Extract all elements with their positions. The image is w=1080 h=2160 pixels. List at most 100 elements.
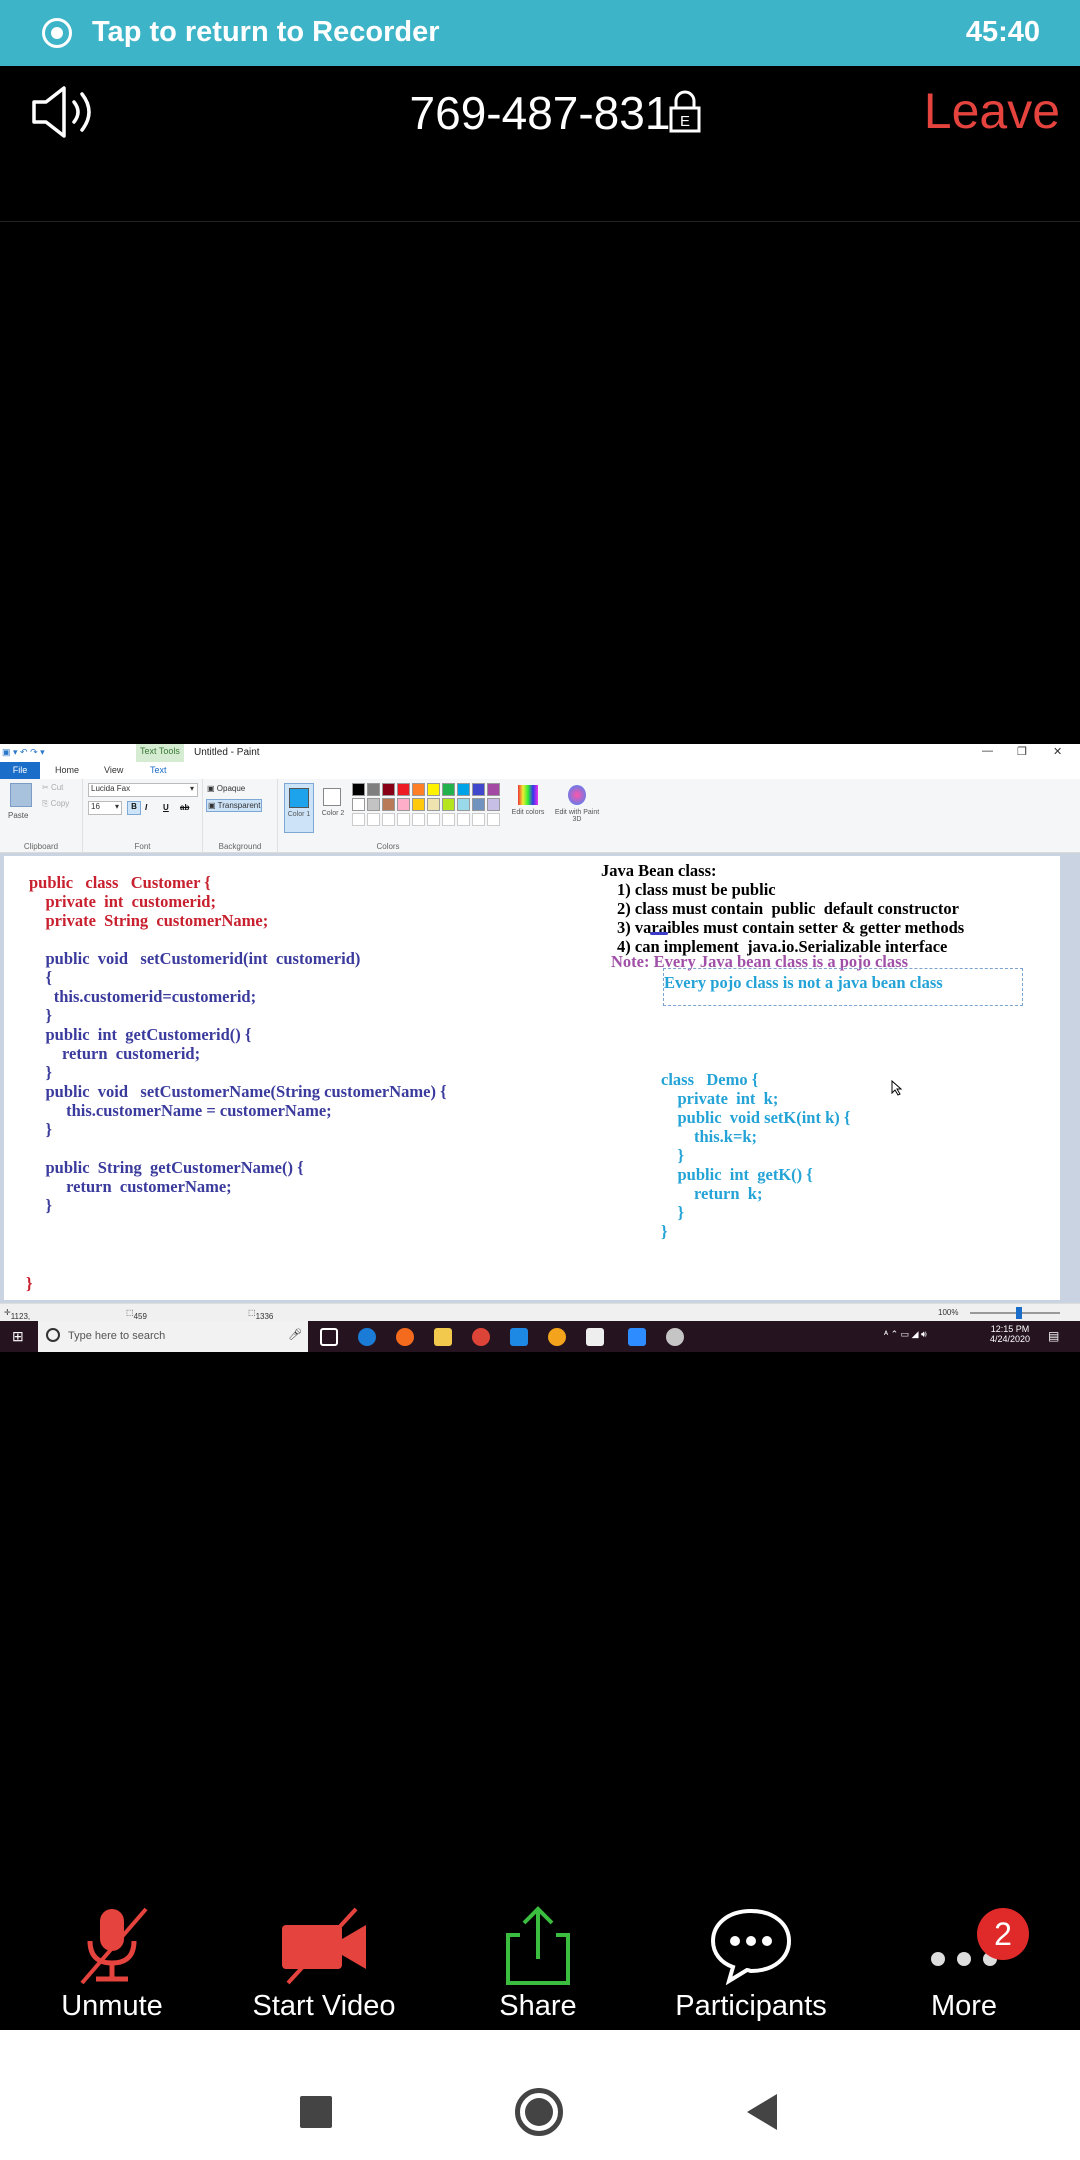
recents-icon[interactable] [300,2096,332,2128]
home-icon[interactable] [515,2088,563,2136]
meeting-id[interactable]: 769-487-831 [0,86,1080,140]
color2-selector[interactable]: Color 2 [318,783,348,833]
leave-button[interactable]: Leave [924,82,1060,140]
code-line: public String getCustomerName() { [29,1158,304,1177]
bean-rule: 1) class must be public [617,880,776,899]
share-label: Share [499,1990,577,2022]
unmute-button[interactable]: Unmute [4,1895,220,2030]
opaque-button[interactable]: ▣ Opaque [207,784,245,793]
text-tools-label: Text Tools [136,744,184,762]
taskbar-clock[interactable]: 12:15 PM 4/24/2020 [990,1324,1030,1344]
code-line: this.customerName = customerName; [29,1101,332,1120]
color1-selector[interactable]: Color 1 [284,783,314,833]
background-group: ▣ Opaque ▣ Transparent Background [203,779,278,853]
chat-bubble-icon [710,1908,792,1985]
code-line: public void setK(int k) { [661,1108,851,1127]
colors-group: Color 1 Color 2 Edit colors Edit with Pa… [278,779,608,853]
return-to-recorder-bar[interactable]: Tap to return to Recorder 45:40 [0,0,1080,66]
cut-button[interactable]: ✂ Cut [42,783,63,792]
recording-time: 45:40 [965,16,1040,48]
shared-screen: ▣ ▾ ↶ ↷ ▾ Text Tools Untitled - Paint — … [0,744,1080,1352]
minimize-icon[interactable]: — [982,745,993,757]
share-button[interactable]: Share [430,1895,646,2030]
mail-icon[interactable] [510,1328,528,1346]
more-label: More [930,1990,998,2022]
paint-title-bar: ▣ ▾ ↶ ↷ ▾ Text Tools Untitled - Paint — … [0,744,1080,762]
tab-file[interactable]: File [0,762,40,779]
start-video-button[interactable]: Start Video [216,1895,432,2030]
zoom-app-icon[interactable] [628,1328,646,1346]
chrome-icon[interactable] [472,1328,490,1346]
store-icon[interactable] [586,1328,604,1346]
note-line2: Every pojo class is not a java bean clas… [664,973,943,992]
drawing-canvas[interactable]: public class Customer { private int cust… [4,856,1060,1300]
android-navigation-bar [0,2030,1080,2160]
close-icon[interactable]: ✕ [1053,745,1062,758]
media-icon[interactable] [548,1328,566,1346]
taskbar-search-box[interactable]: Type here to search 🎤︎ [38,1321,308,1352]
closing-brace: } [26,1274,33,1293]
window-title: Untitled - Paint [194,747,260,758]
tab-text[interactable]: Text [150,765,167,775]
code-line: } [29,1196,53,1215]
code-line: return customerName; [29,1177,232,1196]
lock-icon: E [669,90,701,133]
underline-button[interactable]: U [163,803,169,812]
paint-app-icon[interactable] [666,1328,684,1346]
meeting-toolbar: Unmute Start Video Share Participants Mo… [0,1895,1080,2030]
background-group-label: Background [218,842,262,851]
transparent-button[interactable]: ▣ Transparent [206,799,263,812]
more-button[interactable]: More [856,1895,1072,2030]
code-line: } [29,1006,53,1025]
colors-group-label: Colors [376,842,400,851]
file-explorer-icon[interactable] [434,1328,452,1346]
strikethrough-button[interactable]: ab [180,803,189,812]
edge-icon[interactable] [358,1328,376,1346]
zoom-slider-thumb[interactable] [1016,1307,1022,1319]
code-line: return customerid; [29,1044,201,1063]
participants-button[interactable]: Participants [643,1895,859,2030]
font-size-select[interactable]: 16 ▾ [88,801,122,815]
mouse-cursor-icon [891,1080,903,1096]
tab-home[interactable]: Home [55,765,79,775]
firefox-icon[interactable] [396,1328,414,1346]
tab-view[interactable]: View [104,765,123,775]
bean-rule: 3) varaibles must contain setter & gette… [617,918,965,937]
quick-access-icons[interactable]: ▣ ▾ ↶ ↷ ▾ [2,747,45,758]
bold-button[interactable]: B [127,801,141,815]
code-line: private String customerName; [29,911,269,930]
participants-label: Participants [675,1990,827,2022]
tray-icons[interactable]: ᴬ ⌃ ▭ ◢ 🔊︎ [884,1329,927,1340]
code-line: private int k; [661,1089,779,1108]
cursor-position: ✛ 1123, 390px [4,1308,33,1330]
restore-icon[interactable]: ❐ [1017,745,1027,758]
bean-rules: 1) class must be public 2) class must con… [617,880,964,956]
ribbon-tabs: File Home View Text [0,762,1080,779]
paste-label[interactable]: Paste [8,811,28,820]
zoom-level: 100% [938,1308,959,1317]
font-family-select[interactable]: Lucida Fax ▾ [88,783,198,797]
clipboard-group-label: Clipboard [23,842,59,851]
unmute-label: Unmute [61,1990,163,2022]
font-group-label: Font [134,842,151,851]
code-line: } [661,1222,668,1241]
windows-start-icon[interactable]: ⊞ [12,1328,24,1345]
edit-colors-button[interactable]: Edit colors [506,783,550,833]
italic-button[interactable]: I [145,803,147,812]
notifications-icon[interactable]: ▤ [1048,1329,1059,1343]
copy-button[interactable]: ⎘ Copy [42,799,69,809]
edit-with-paint3d-button[interactable]: Edit with Paint 3D [552,783,602,833]
code-line: public void setCustomerName(String custo… [29,1082,447,1101]
task-view-icon[interactable] [320,1328,338,1346]
meeting-id-text: 769-487-831 [409,87,671,139]
notification-badge: 2 [977,1908,1029,1960]
code-line: { [29,968,53,987]
paste-icon[interactable] [10,783,32,807]
zoom-slider[interactable] [970,1312,1060,1314]
back-icon[interactable] [745,2092,779,2132]
paint-status-bar: ✛ 1123, 390px ⬚ 459 × 66px ⬚ 1336 × 570p… [0,1303,1080,1339]
bean-title: Java Bean class: [601,861,717,880]
code-line: public int getK() { [661,1165,813,1184]
code-line: return k; [661,1184,763,1203]
code-line: } [29,1120,53,1139]
